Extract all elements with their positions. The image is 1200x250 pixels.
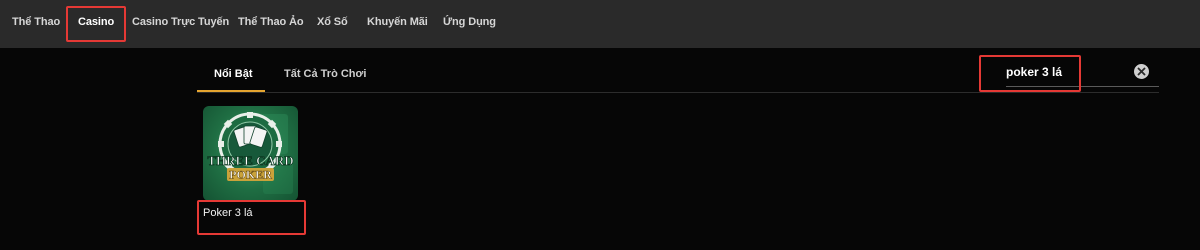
- game-thumbnail: THREE CARD POKER: [203, 106, 298, 201]
- nav-item-xo-so[interactable]: Xổ Số: [317, 0, 348, 48]
- svg-text:POKER: POKER: [229, 168, 272, 182]
- game-card-poker-3-la[interactable]: THREE CARD POKER: [203, 106, 298, 201]
- nav-item-the-thao[interactable]: Thể Thao: [12, 0, 60, 48]
- search-underline: [1006, 86, 1159, 87]
- top-nav: Thể Thao Casino Casino Trực Tuyến Thể Th…: [0, 0, 1200, 48]
- nav-item-ung-dung[interactable]: Ứng Dụng: [443, 0, 496, 48]
- active-tab-indicator: [197, 90, 265, 92]
- nav-item-casino[interactable]: Casino: [78, 0, 114, 48]
- clear-icon[interactable]: [1134, 64, 1149, 79]
- search-box: [1006, 58, 1159, 88]
- poker-chip-icon: THREE CARD POKER: [207, 112, 294, 194]
- tab-divider: [197, 92, 1159, 93]
- tab-tat-ca-tro-choi[interactable]: Tất Cả Trò Chơi: [284, 60, 366, 92]
- search-input[interactable]: [1006, 58, 1131, 86]
- nav-item-khuyen-mai[interactable]: Khuyến Mãi: [367, 0, 428, 48]
- game-name[interactable]: Poker 3 lá: [203, 207, 253, 219]
- svg-text:THREE CARD: THREE CARD: [207, 153, 293, 168]
- nav-item-the-thao-ao[interactable]: Thể Thao Ảo: [238, 0, 304, 48]
- nav-item-casino-truc-tuyen[interactable]: Casino Trực Tuyến: [132, 0, 229, 48]
- tab-noi-bat[interactable]: Nổi Bật: [214, 60, 253, 92]
